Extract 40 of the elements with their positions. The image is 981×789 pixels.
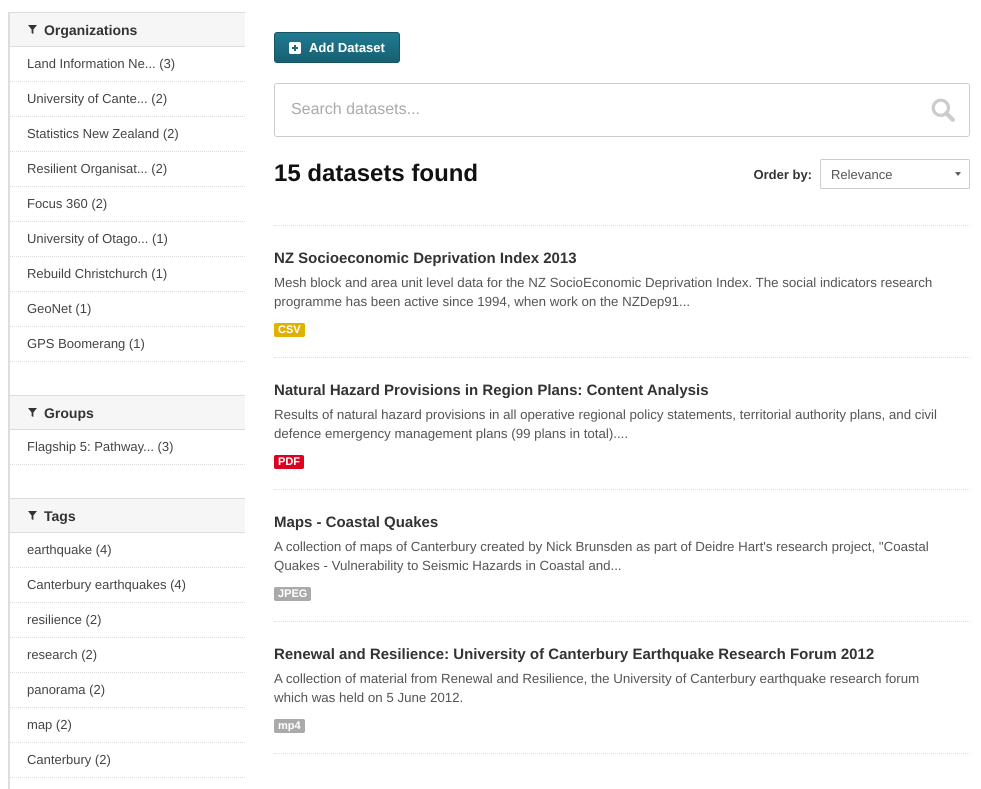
facet-item[interactable]: Canterbury earthquakes (4): [10, 568, 245, 603]
facet-title: Organizations: [44, 22, 138, 38]
facet-item[interactable]: map (2): [10, 708, 245, 743]
facet-item[interactable]: Land Information Ne... (3): [10, 47, 245, 82]
caret-icon: [955, 172, 961, 176]
facet-item[interactable]: panorama (2): [10, 673, 245, 708]
dataset-title[interactable]: Maps - Coastal Quakes: [274, 514, 970, 531]
filter-icon: [28, 25, 37, 34]
facet-item[interactable]: Focus 360 (2): [10, 187, 245, 222]
format-label[interactable]: PDF: [274, 455, 304, 469]
dataset-description: A collection of material from Renewal and Resilience, the University of Canterbury earthquake research forum which was held on 5 June 2012.: [274, 670, 920, 707]
facet-item[interactable]: University of Otago... (1): [10, 222, 245, 257]
search-icon[interactable]: [930, 97, 956, 123]
dataset-title[interactable]: Natural Hazard Provisions in Region Plans: Content Analysis: [274, 382, 970, 399]
dataset-description: Mesh block and area unit level data for the NZ SocioEconomic Deprivation Index. The social indicators research programme has been active since 1994, when work on the NZDep91...: [274, 274, 934, 311]
facet-item[interactable]: research (2): [10, 638, 245, 673]
dataset-description: Results of natural hazard provisions in all operative regional policy statements, territorial authority plans, and civil defence emergency management plans (99 plans in total)....: [274, 406, 938, 443]
facet-item[interactable]: Resilient Organisat... (2): [10, 152, 245, 187]
facet-item[interactable]: GeoNet (1): [10, 292, 245, 327]
filter-icon: [28, 511, 37, 520]
facet-title: Tags: [44, 508, 76, 524]
dataset-title[interactable]: Renewal and Resilience: University of Canterbury Earthquake Research Forum 2012: [274, 646, 970, 663]
plus-icon: [289, 42, 301, 54]
result-count: 15 datasets found: [274, 160, 478, 188]
facet-title: Groups: [44, 404, 94, 420]
facet-item[interactable]: GPS Boomerang (1): [10, 327, 245, 362]
facet-item[interactable]: resilience (2): [10, 603, 245, 638]
facet-item[interactable]: Statistics New Zealand (2): [10, 117, 245, 152]
order-by-select[interactable]: Relevance: [820, 159, 970, 189]
dataset-title[interactable]: NZ Socioeconomic Deprivation Index 2013: [274, 250, 970, 267]
facet-item[interactable]: Rebuild Christchurch (1): [10, 257, 245, 292]
add-dataset-button[interactable]: Add Dataset: [274, 32, 400, 63]
facet-item[interactable]: Canterbury (2): [10, 743, 245, 778]
order-by-label: Order by:: [753, 166, 812, 182]
facet-item[interactable]: Flagship 5: Pathway... (3): [10, 430, 245, 465]
search-field[interactable]: Search datasets...: [274, 83, 970, 137]
facet-item[interactable]: earthquake (4): [10, 533, 245, 568]
facet-item[interactable]: University of Cante... (2): [10, 82, 245, 117]
dataset-description: A collection of maps of Canterbury created by Nick Brunsden as part of Deidre Hart's research project, "Coastal Quakes - Vulnerability to Seismic Hazards in Coastal and...: [274, 538, 930, 575]
filter-icon: [28, 408, 37, 417]
